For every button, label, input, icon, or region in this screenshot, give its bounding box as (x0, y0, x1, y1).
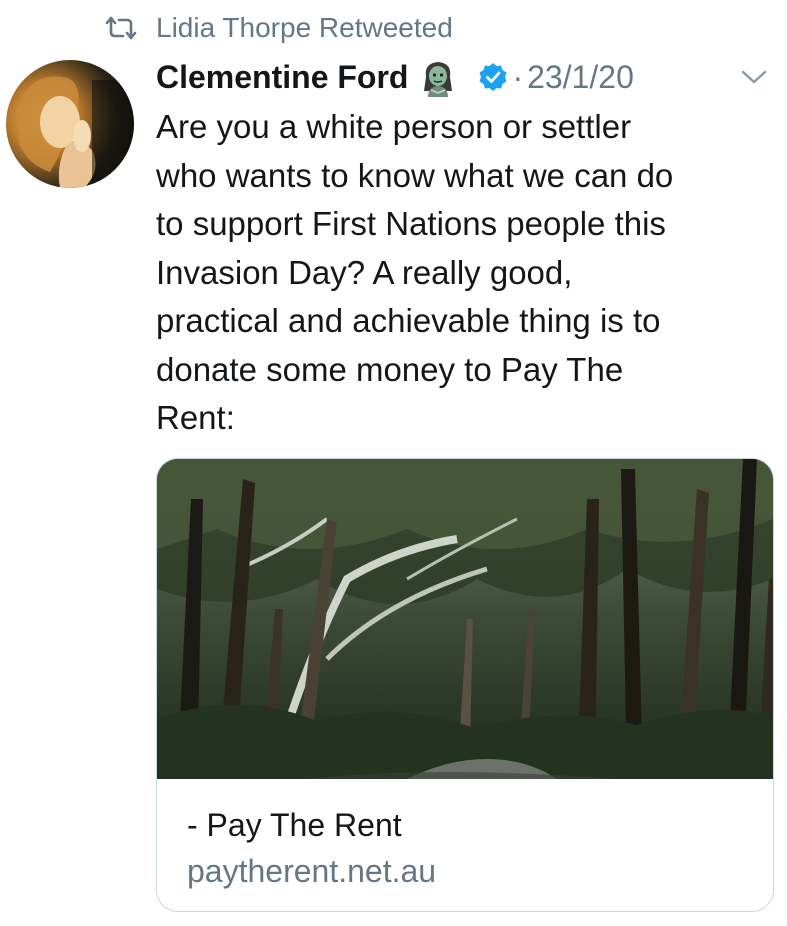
verified-badge-icon (478, 62, 508, 92)
separator-dot: · (512, 58, 524, 95)
author-name[interactable]: Clementine Ford (156, 59, 408, 96)
chevron-down-icon[interactable] (741, 69, 767, 85)
tweet-text: Are you a white person or settler who wa… (156, 108, 674, 436)
link-card[interactable]: - Pay The Rent paytherent.net.au (156, 458, 774, 912)
zombie-woman-emoji-icon (418, 57, 458, 97)
retweet-label: Lidia Thorpe Retweeted (156, 12, 453, 43)
retweet-icon (104, 14, 138, 42)
tweet-date[interactable]: 23/1/20 (527, 59, 634, 96)
retweet-context[interactable]: Lidia Thorpe Retweeted (104, 8, 453, 48)
card-domain: paytherent.net.au (187, 853, 437, 889)
tweet-header: Clementine Ford · 23/1/20 (156, 54, 775, 100)
card-title: - Pay The Rent (187, 807, 402, 843)
avatar[interactable] (6, 60, 134, 188)
forest-road-photo[interactable] (157, 459, 773, 779)
